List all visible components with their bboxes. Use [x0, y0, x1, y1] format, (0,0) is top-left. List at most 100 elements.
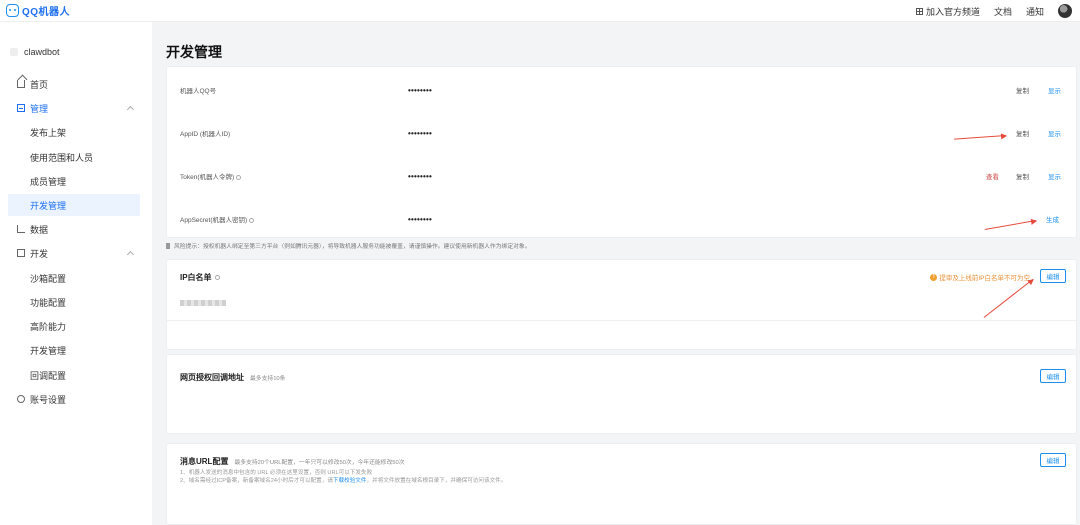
chevron-up-icon: [126, 105, 135, 114]
sidebar-item-label: 发布上架: [30, 127, 67, 138]
join-channel-link[interactable]: 加入官方频道: [915, 5, 980, 18]
sidebar-item-features[interactable]: 功能配置: [0, 291, 152, 313]
join-channel-label: 加入官方频道: [925, 6, 980, 17]
sidebar-item-label: 数据: [30, 224, 49, 235]
sidebar-item-publish[interactable]: 发布上架: [0, 121, 152, 143]
section-hint: 最多支持20个URL配置，一年只可以修改50次，今年还能修改50次: [234, 460, 405, 466]
generate-button[interactable]: 生成: [1046, 214, 1059, 224]
credential-row-qq: 机器人QQ号 •••••••• 复制 显示: [180, 83, 1070, 97]
credential-row-appid: AppID (机器人ID) •••••••• 复制 显示: [180, 126, 1070, 140]
note-text: ，并将文件放置在域名根目录下，并确保可访问该文件。: [366, 478, 507, 484]
credentials-card: 机器人QQ号 •••••••• 复制 显示 AppID (机器人ID) ••••…: [166, 66, 1077, 238]
message-url-card: 消息URL配置 最多支持20个URL配置，一年只可以修改50次，今年还能修改50次…: [166, 443, 1077, 525]
section-title-text: IP白名单: [180, 273, 212, 282]
credential-label: AppID (机器人ID): [180, 131, 231, 138]
sidebar-item-label: 高阶能力: [30, 321, 67, 332]
sidebar-item-label: 首页: [30, 79, 49, 90]
divider: [167, 320, 1076, 321]
sidebar-item-manage[interactable]: 管理: [0, 97, 152, 119]
robot-icon: [6, 4, 19, 17]
top-header: QQ机器人 加入官方频道 文档 通知: [0, 0, 1080, 22]
download-verify-file-link[interactable]: 下载校验文件: [333, 478, 367, 484]
credential-label-text: Token(机器人令牌): [180, 174, 235, 181]
warning-icon: !: [930, 273, 938, 281]
oauth-callback-card: 网页授权回调地址 最多支持10条 编辑: [166, 354, 1077, 434]
sidebar-item-label: 开发管理: [30, 200, 67, 211]
section-title-text: 网页授权回调地址: [180, 373, 244, 382]
credential-row-appsecret: AppSecret(机器人密钥) •••••••• 生成: [180, 212, 1070, 226]
chevron-up-icon: [126, 250, 135, 259]
sidebar-item-callback[interactable]: 回调配置: [0, 364, 152, 386]
monitor-icon: [17, 249, 25, 257]
note-text: 2、域名需经过ICP备案，新备案域名24小时后才可以配置，请: [180, 478, 333, 484]
sidebar-item-account[interactable]: 账号设置: [0, 388, 152, 410]
info-icon[interactable]: [249, 217, 255, 223]
ip-whitelist-edit-button[interactable]: 编辑: [1040, 269, 1066, 283]
sidebar-item-dev-manage[interactable]: 开发管理: [8, 194, 140, 216]
section-title-text: 消息URL配置: [180, 457, 229, 466]
copy-button[interactable]: 复制: [1016, 85, 1029, 95]
sidebar-item-sandbox[interactable]: 沙箱配置: [0, 267, 152, 289]
message-url-note-2: 2、域名需经过ICP备案，新备案域名24小时后才可以配置，请下载校验文件，并将文…: [180, 476, 506, 484]
credential-value: ••••••••: [408, 171, 433, 181]
header-links: 加入官方频道 文档 通知: [915, 0, 1072, 22]
copy-button[interactable]: 复制: [1016, 171, 1029, 181]
sidebar-item-data[interactable]: 数据: [0, 218, 152, 240]
home-icon: [17, 80, 25, 88]
ip-address-masked: [180, 300, 226, 306]
account-icon: [17, 395, 25, 403]
view-button[interactable]: 查看: [986, 171, 999, 181]
bot-selector[interactable]: clawdbot: [10, 47, 60, 57]
sidebar-item-members[interactable]: 成员管理: [0, 170, 152, 192]
credential-label: 机器人QQ号: [180, 88, 217, 95]
info-icon[interactable]: [236, 174, 242, 180]
sidebar-item-dev[interactable]: 开发: [0, 242, 152, 264]
sidebar-item-label: 回调配置: [30, 370, 67, 381]
warning-text: 提审及上线前IP白名单不可为空: [939, 275, 1030, 282]
credential-row-token: Token(机器人令牌) •••••••• 查看 复制 显示: [180, 169, 1070, 183]
credential-label-text: AppSecret(机器人密钥): [180, 217, 248, 224]
sidebar-item-scope[interactable]: 使用范围和人员: [0, 146, 152, 168]
message-url-note-1: 1、机器人发送的消息中包含的 URL 必须在这里设置，否则 URL可以下发失败: [180, 470, 373, 476]
manage-icon: [17, 104, 25, 112]
copy-button[interactable]: 复制: [1016, 128, 1029, 138]
show-button[interactable]: 显示: [1048, 85, 1061, 95]
credential-label: AppSecret(机器人密钥): [180, 214, 255, 224]
ip-whitelist-title: IP白名单: [180, 272, 220, 283]
page-title: 开发管理: [166, 44, 222, 60]
ip-whitelist-warning: ! 提审及上线前IP白名单不可为空: [930, 272, 1030, 282]
section-hint: 最多支持10条: [250, 376, 286, 382]
message-url-title: 消息URL配置 最多支持20个URL配置，一年只可以修改50次，今年还能修改50次: [180, 456, 405, 467]
sidebar-item-label: 管理: [30, 103, 49, 114]
sidebar-item-label: 开发管理: [30, 345, 67, 356]
ip-whitelist-card: IP白名单 ! 提审及上线前IP白名单不可为空 编辑: [166, 259, 1077, 350]
message-url-edit-button[interactable]: 编辑: [1040, 453, 1066, 467]
notice-icon: [166, 242, 170, 249]
sidebar-item-label: 成员管理: [30, 176, 67, 187]
sidebar-item-advanced[interactable]: 高阶能力: [0, 315, 152, 337]
qq-bot-logo[interactable]: QQ机器人: [6, 3, 70, 18]
sidebar-item-label: 开发: [30, 248, 49, 259]
risk-notice-text: 风险提示：授权机器人绑定至第三方平台（例如腾讯元器），将导致机器人服务功能被覆盖…: [174, 244, 531, 250]
docs-link[interactable]: 文档: [994, 5, 1012, 18]
sidebar-item-home[interactable]: 首页: [0, 73, 152, 95]
sidebar-item-dev-manage-2[interactable]: 开发管理: [0, 339, 152, 361]
credential-value: ••••••••: [408, 128, 433, 138]
sidebar-item-label: 账号设置: [30, 394, 67, 405]
chart-icon: [17, 225, 25, 233]
bot-name: clawdbot: [24, 47, 60, 57]
user-avatar[interactable]: [1058, 4, 1072, 18]
channel-icon: [915, 7, 923, 15]
risk-notice: 风险提示：授权机器人绑定至第三方平台（例如腾讯元器），将导致机器人服务功能被覆盖…: [166, 241, 531, 250]
logo-text: QQ机器人: [22, 7, 71, 18]
show-button[interactable]: 显示: [1048, 171, 1061, 181]
sidebar-item-label: 功能配置: [30, 297, 67, 308]
notifications-link[interactable]: 通知: [1026, 5, 1044, 18]
sidebar-item-label: 沙箱配置: [30, 273, 67, 284]
credential-value: ••••••••: [408, 214, 433, 224]
sidebar: clawdbot 首页 管理 发布上架 使用范围和人员 成员管理 开发管理 数据…: [0, 22, 152, 525]
oauth-callback-edit-button[interactable]: 编辑: [1040, 369, 1066, 383]
show-button[interactable]: 显示: [1048, 128, 1061, 138]
info-icon[interactable]: [214, 275, 220, 281]
sidebar-item-label: 使用范围和人员: [30, 152, 94, 163]
